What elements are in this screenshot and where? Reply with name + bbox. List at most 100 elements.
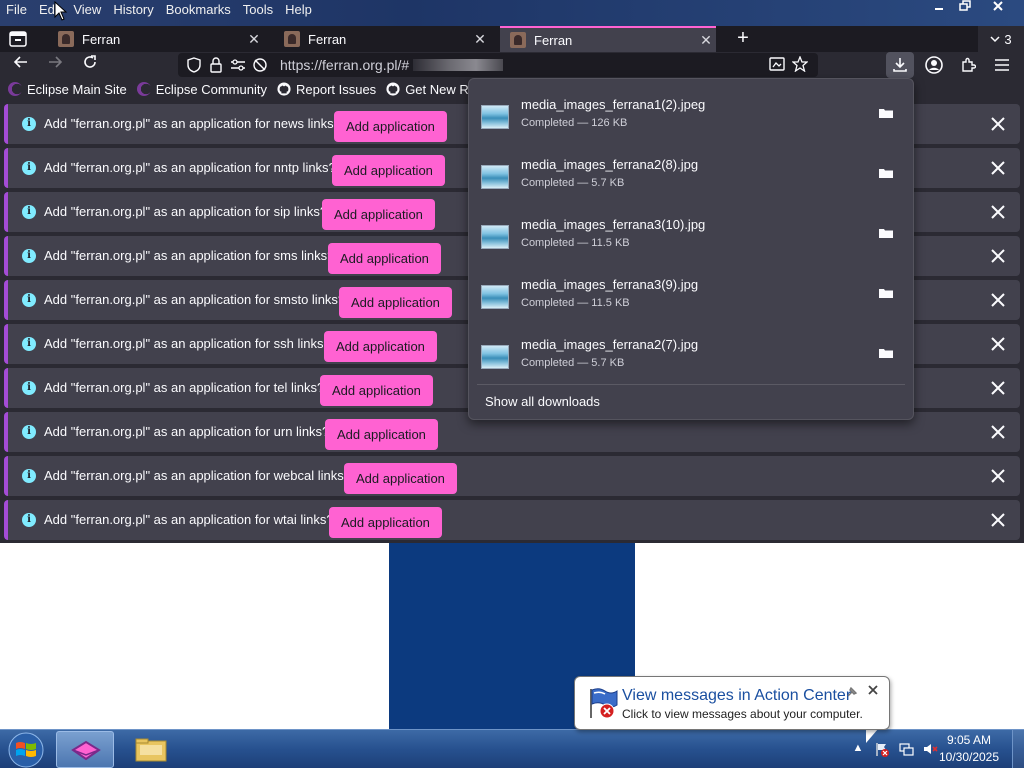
url-text: https://ferran.org.pl/#: [280, 57, 410, 73]
add-application-button[interactable]: Add application: [344, 463, 457, 494]
show-hidden-icons-button[interactable]: ▲: [850, 742, 866, 758]
eclipse-icon: [8, 82, 22, 96]
add-application-button[interactable]: Add application: [329, 507, 442, 538]
windows-logo-icon: [8, 732, 44, 768]
network-icon[interactable]: [898, 741, 914, 757]
close-notification-icon[interactable]: [988, 422, 1008, 442]
bookmark-label: Report Issues: [295, 81, 377, 97]
tab-3-active[interactable]: Ferran ✕: [500, 26, 716, 52]
extensions-button[interactable]: [956, 54, 980, 76]
tab-favicon: [510, 32, 526, 48]
clock-time[interactable]: 9:05 AM: [934, 733, 1004, 747]
account-button[interactable]: [922, 54, 946, 76]
menu-help[interactable]: Help: [279, 0, 318, 20]
folder-icon[interactable]: [877, 165, 895, 181]
new-tab-button[interactable]: +: [732, 28, 754, 50]
close-notification-icon[interactable]: [988, 114, 1008, 134]
download-filename: media_images_ferrana2(8).jpg: [521, 157, 699, 172]
menu-view[interactable]: View: [67, 0, 107, 20]
add-application-button[interactable]: Add application: [339, 287, 452, 318]
menu-history[interactable]: History: [107, 0, 159, 20]
tab-1[interactable]: Ferran ✕: [48, 26, 264, 52]
forward-button[interactable]: [43, 54, 67, 76]
add-application-button[interactable]: Add application: [325, 419, 438, 450]
github-icon: [277, 82, 291, 96]
notification-message: Add "ferran.org.pl" as an application fo…: [44, 292, 346, 307]
url-bar[interactable]: https://ferran.org.pl/#: [178, 53, 818, 77]
add-application-button[interactable]: Add application: [334, 111, 447, 142]
menu-bookmarks[interactable]: Bookmarks: [160, 0, 237, 20]
bookmark-eclipse-community[interactable]: Eclipse Community: [136, 82, 267, 97]
clock-date[interactable]: 10/30/2025: [934, 750, 1004, 764]
download-item[interactable]: media_images_ferrana3(9).jpg Completed —…: [469, 259, 913, 319]
menu-bar: File Edit View History Bookmarks Tools H…: [0, 0, 318, 20]
menu-file[interactable]: File: [0, 0, 33, 20]
permissions-icon[interactable]: [228, 55, 248, 75]
reader-view-button[interactable]: [766, 54, 788, 74]
download-item[interactable]: media_images_ferrana2(8).jpg Completed —…: [469, 139, 913, 199]
download-status: Completed — 126 KB: [521, 117, 628, 129]
menu-tools[interactable]: Tools: [237, 0, 279, 20]
add-application-button[interactable]: Add application: [322, 199, 435, 230]
balloon-close-button[interactable]: [865, 683, 881, 699]
pin-icon[interactable]: [845, 685, 859, 699]
bookmark-eclipse-main-site[interactable]: Eclipse Main Site: [8, 82, 127, 97]
show-desktop-button[interactable]: [1012, 730, 1024, 768]
close-notification-icon[interactable]: [988, 466, 1008, 486]
bookmark-report-issues[interactable]: Report Issues: [277, 82, 376, 97]
app-menu-button[interactable]: [990, 54, 1014, 76]
folder-icon[interactable]: [877, 225, 895, 241]
bookmark-star-button[interactable]: [789, 54, 811, 74]
close-notification-icon[interactable]: [988, 378, 1008, 398]
add-application-button[interactable]: Add application: [324, 331, 437, 362]
download-status: Completed — 11.5 KB: [521, 297, 630, 309]
tab-close-button[interactable]: ✕: [470, 31, 490, 48]
close-notification-icon[interactable]: [988, 202, 1008, 222]
info-icon: i: [22, 293, 36, 307]
close-notification-icon[interactable]: [988, 510, 1008, 530]
close-window-button[interactable]: [978, 0, 1018, 18]
tab-close-button[interactable]: ✕: [244, 31, 264, 48]
start-button[interactable]: [4, 731, 48, 768]
notification-message: Add "ferran.org.pl" as an application fo…: [44, 380, 325, 395]
minimize-button[interactable]: [926, 0, 952, 18]
info-icon: i: [22, 249, 36, 263]
taskbar-file-explorer-button[interactable]: [122, 731, 180, 768]
tab-2[interactable]: Ferran ✕: [274, 26, 490, 52]
list-all-tabs-button[interactable]: 3: [978, 26, 1024, 52]
firefox-view-button[interactable]: [6, 28, 30, 50]
forward-arrow-icon: [49, 56, 63, 68]
autoplay-blocked-icon[interactable]: [250, 55, 270, 75]
folder-icon[interactable]: [877, 345, 895, 361]
close-notification-icon[interactable]: [988, 290, 1008, 310]
add-application-button[interactable]: Add application: [320, 375, 433, 406]
download-item[interactable]: media_images_ferrana3(10).jpg Completed …: [469, 199, 913, 259]
notification-message: Add "ferran.org.pl" as an application fo…: [44, 336, 331, 351]
download-item[interactable]: media_images_ferrana1(2).jpeg Completed …: [469, 79, 913, 139]
folder-icon: [135, 738, 167, 762]
close-notification-icon[interactable]: [988, 246, 1008, 266]
add-application-button[interactable]: Add application: [328, 243, 441, 274]
back-button[interactable]: [9, 54, 33, 76]
folder-icon[interactable]: [877, 285, 895, 301]
balloon-pointer: [866, 729, 878, 743]
folder-icon[interactable]: [877, 105, 895, 121]
tab-close-button[interactable]: ✕: [696, 32, 716, 49]
download-filename: media_images_ferrana3(9).jpg: [521, 277, 699, 292]
show-all-downloads-button[interactable]: Show all downloads: [485, 394, 600, 409]
action-center-flag-icon[interactable]: [874, 741, 890, 757]
close-notification-icon[interactable]: [988, 334, 1008, 354]
restore-button[interactable]: [952, 0, 978, 18]
lock-icon[interactable]: [206, 55, 226, 75]
reload-button[interactable]: [78, 54, 102, 76]
close-notification-icon[interactable]: [988, 158, 1008, 178]
tracking-protection-shield-icon[interactable]: [184, 55, 204, 75]
downloads-button[interactable]: [886, 52, 914, 78]
hamburger-menu-icon: [995, 59, 1009, 71]
notification-message: Add "ferran.org.pl" as an application fo…: [44, 468, 351, 483]
download-item[interactable]: media_images_ferrana2(7).jpg Completed —…: [469, 319, 913, 379]
action-center-balloon[interactable]: View messages in Action Center Click to …: [574, 676, 890, 730]
add-application-button[interactable]: Add application: [332, 155, 445, 186]
taskbar-browser-button[interactable]: [56, 731, 114, 768]
notification-message: Add "ferran.org.pl" as an application fo…: [44, 248, 335, 263]
